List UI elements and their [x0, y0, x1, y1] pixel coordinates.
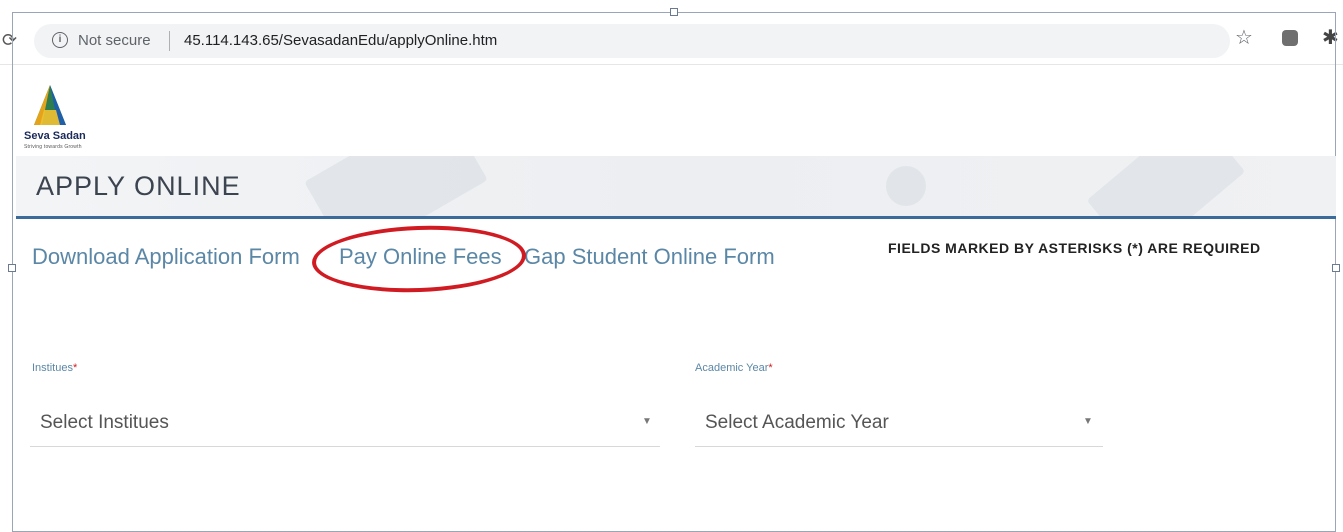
gap-student-online-form-link[interactable]: Gap Student Online Form: [524, 244, 775, 270]
security-label: Not secure: [78, 32, 151, 49]
institutes-label: Institues*: [32, 362, 77, 374]
extension-icon[interactable]: [1282, 30, 1298, 46]
address-bar[interactable]: i Not secure 45.114.143.65/SevasadanEdu/…: [34, 24, 1230, 58]
page-title: APPLY ONLINE: [36, 171, 241, 201]
address-divider: [169, 31, 170, 51]
frame-handle: [670, 8, 678, 16]
required-star: *: [72, 362, 78, 374]
star-icon[interactable]: ☆: [1235, 25, 1253, 50]
page-header: APPLY ONLINE: [16, 156, 1336, 216]
logo-name: Seva Sadan: [24, 130, 86, 142]
header-decoration: [304, 156, 488, 216]
academic-year-label: Academic Year*: [695, 362, 773, 374]
selection-frame: [12, 12, 1336, 532]
dropdown-caret-icon: ▼: [642, 416, 652, 427]
institutes-select-value: Select Institues: [40, 412, 169, 433]
required-star: *: [768, 362, 773, 374]
academic-year-label-text: Academic Year: [695, 362, 769, 374]
header-decoration: [886, 166, 926, 206]
academic-year-select-value: Select Academic Year: [705, 412, 889, 433]
academic-year-select[interactable]: Select Academic Year ▼: [695, 402, 1103, 447]
download-application-form-link[interactable]: Download Application Form: [32, 244, 300, 270]
frame-handle: [1332, 264, 1340, 272]
info-icon[interactable]: i: [52, 32, 68, 48]
url-text[interactable]: 45.114.143.65/SevasadanEdu/applyOnline.h…: [184, 32, 497, 49]
logo-tagline: Striving towards Growth: [24, 144, 82, 150]
frame-handle: [8, 264, 16, 272]
dropdown-caret-icon: ▼: [1083, 416, 1093, 427]
annotation-circle: [310, 222, 528, 296]
required-fields-note: FIELDS MARKED BY ASTERISKS (*) ARE REQUI…: [888, 240, 1261, 256]
header-decoration: [1086, 156, 1246, 216]
browser-toolbar: ⟳ i Not secure 45.114.143.65/SevasadanEd…: [0, 18, 1343, 65]
reload-icon[interactable]: ⟳: [2, 30, 17, 51]
header-divider: [16, 216, 1336, 219]
puzzle-icon[interactable]: ✱: [1322, 25, 1339, 50]
institutes-label-text: Institues: [32, 362, 73, 374]
institutes-select[interactable]: Select Institues ▼: [30, 402, 660, 447]
